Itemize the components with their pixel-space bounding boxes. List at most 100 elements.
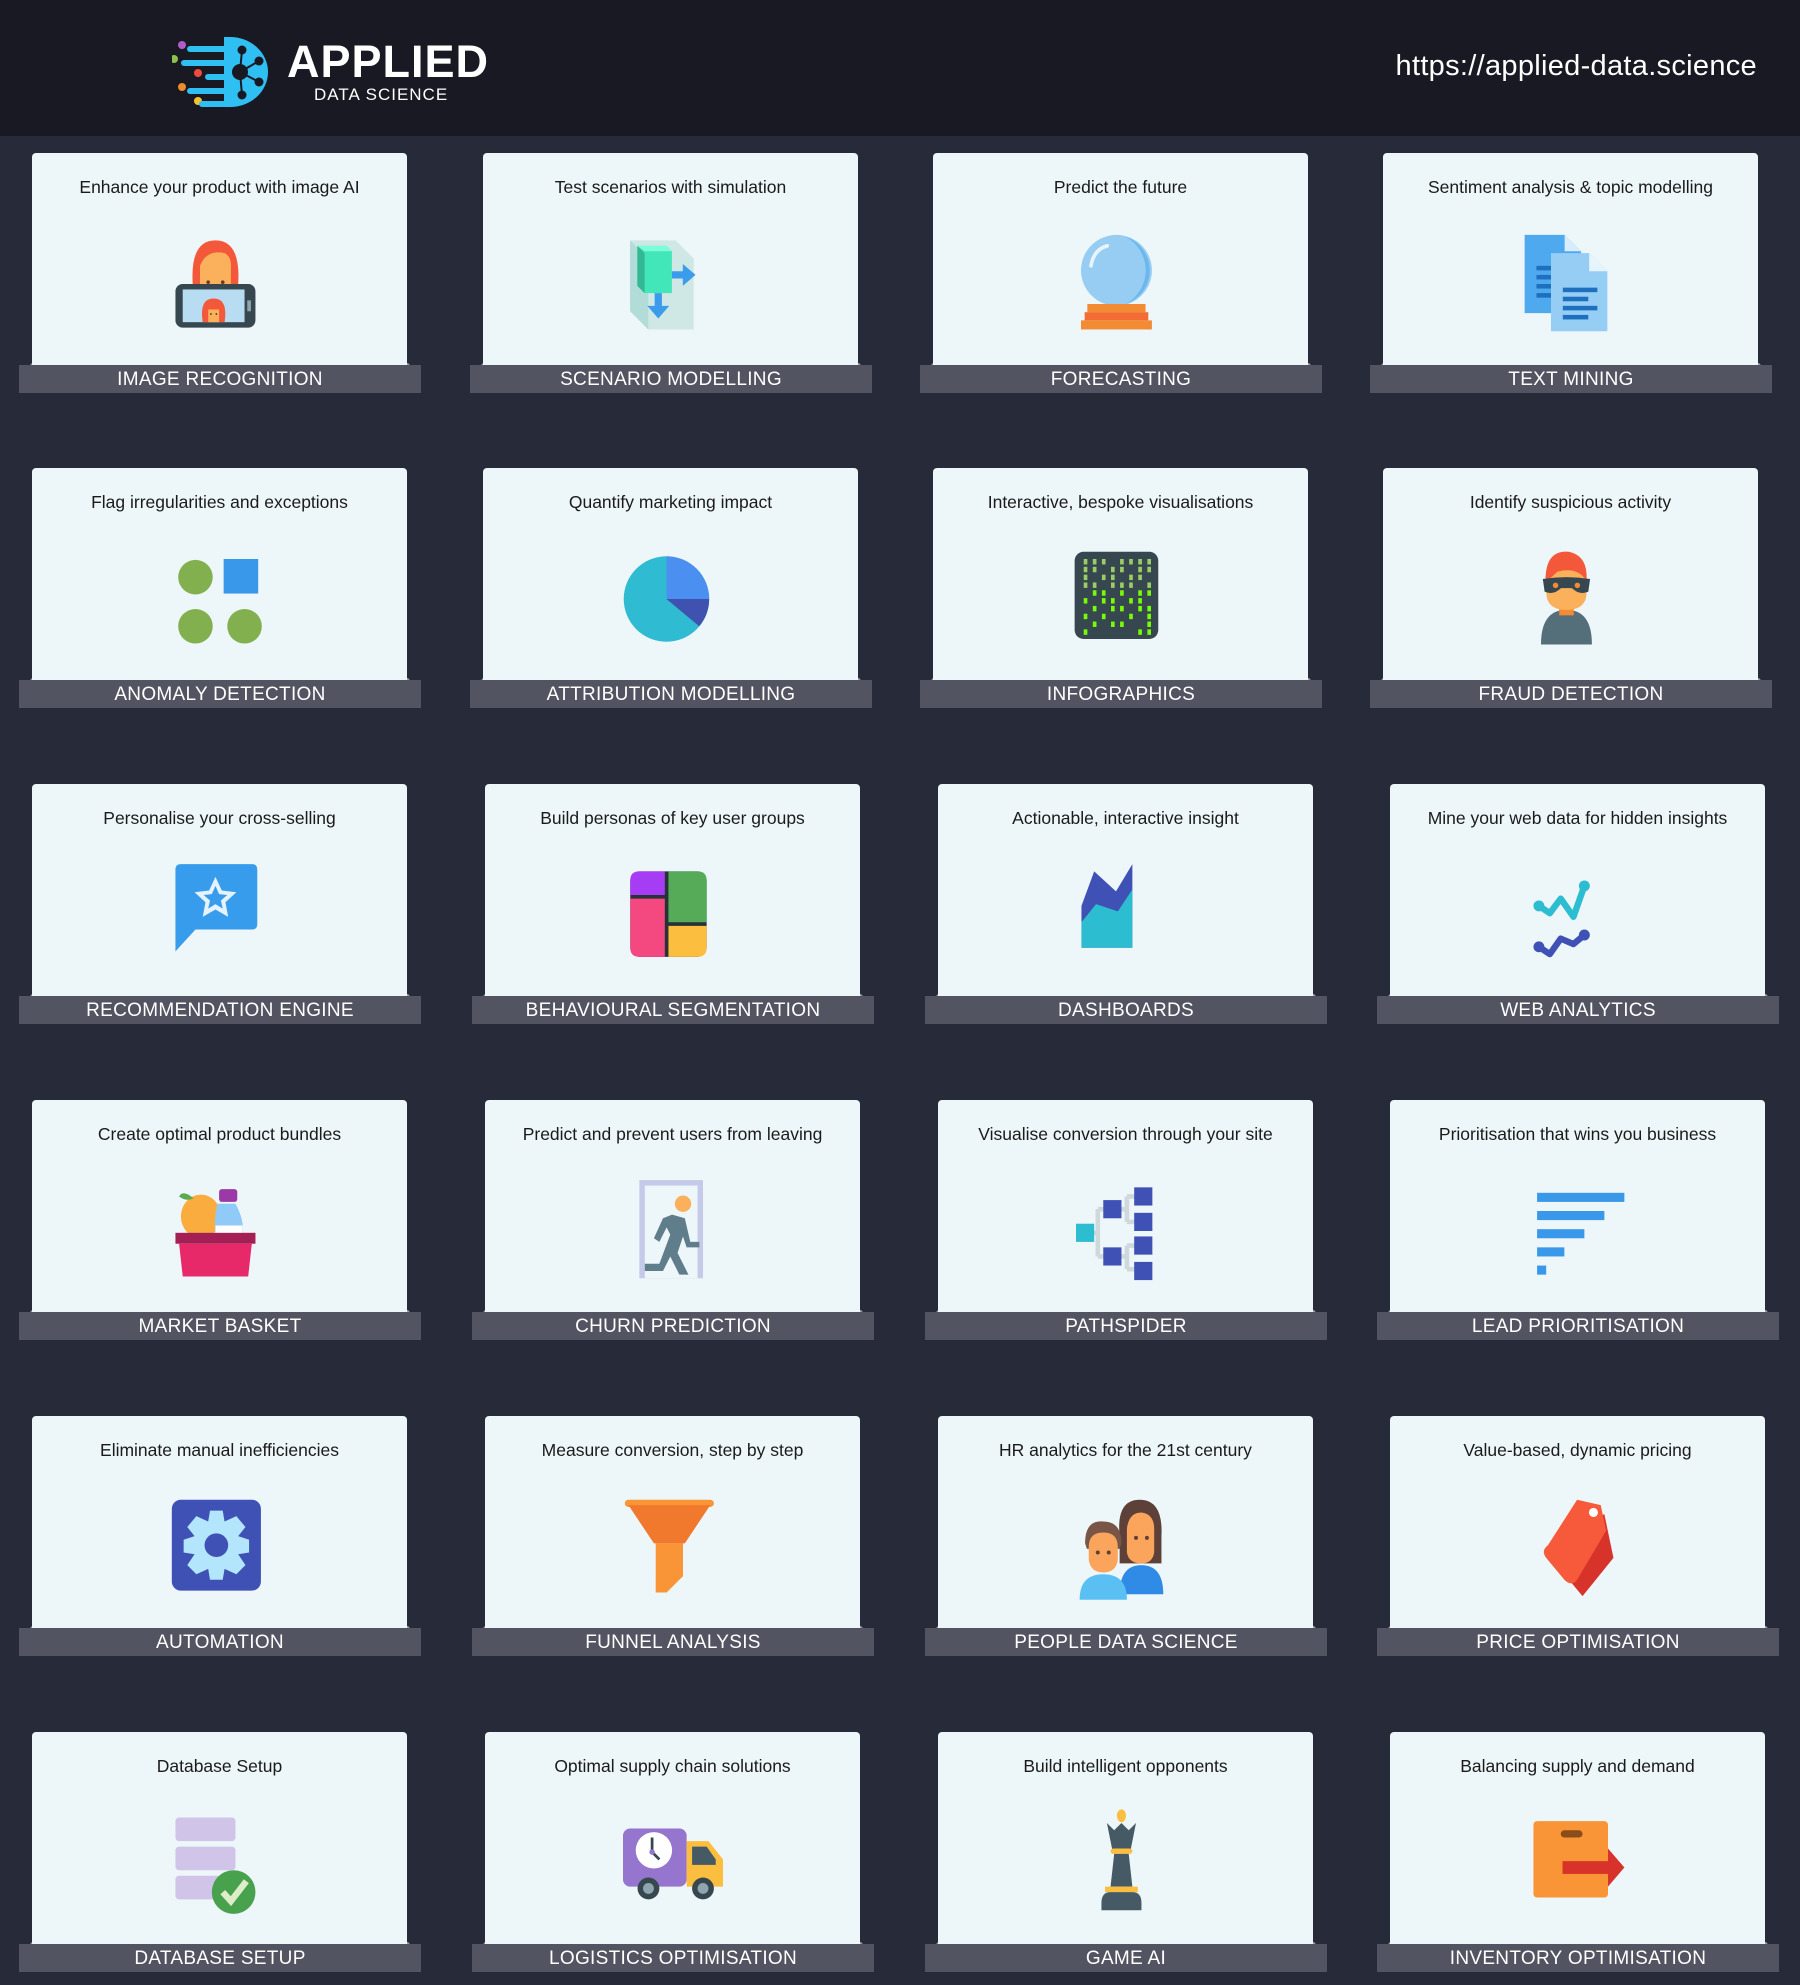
people-icon-graphic <box>1079 1499 1164 1600</box>
service-card-price-optimisation[interactable]: Value-based, dynamic pricing PRICE OPTIM… <box>1377 1416 1779 1656</box>
card-description: HR analytics for the 21st century <box>999 1440 1252 1460</box>
card-title: PRICE OPTIMISATION <box>1377 1628 1779 1656</box>
exit-door-icon <box>623 1176 723 1286</box>
cube-arrows-icon-graphic <box>630 240 696 330</box>
service-card-image-recognition[interactable]: Enhance your product with image AI IMAGE… <box>19 153 421 393</box>
card-description: Identify suspicious activity <box>1469 492 1672 512</box>
sorted-bars-icon <box>1528 1176 1628 1286</box>
card-title: PATHSPIDER <box>925 1312 1327 1340</box>
service-card-dashboards[interactable]: Actionable, interactive insight DASHBOAR… <box>925 784 1327 1024</box>
card-title: BEHAVIOURAL SEGMENTATION <box>472 996 874 1024</box>
card-title: CHURN PREDICTION <box>472 1312 874 1340</box>
card-title: RECOMMENDATION ENGINE <box>19 996 421 1024</box>
area-chart-icon <box>1076 860 1176 970</box>
card-title: INFOGRAPHICS <box>920 680 1322 708</box>
card-description: Measure conversion, step by step <box>541 1440 804 1460</box>
service-card-forecasting[interactable]: Predict the future FORECASTING <box>920 153 1322 393</box>
people-icon <box>1076 1492 1176 1602</box>
card-description: Flag irregularities and exceptions <box>91 492 348 512</box>
card-title: FUNNEL ANALYSIS <box>472 1628 874 1656</box>
service-card-funnel-analysis[interactable]: Measure conversion, step by step FUNNEL … <box>472 1416 874 1656</box>
gear-icon <box>170 1492 270 1602</box>
card-description: Prioritisation that wins you business <box>1438 1124 1717 1144</box>
service-card-inventory-optimisation[interactable]: Balancing supply and demand INVENTORY OP… <box>1377 1732 1779 1972</box>
tree-diagram-icon <box>1076 1176 1176 1286</box>
card-description: Enhance your product with image AI <box>79 177 360 197</box>
service-card-churn-prediction[interactable]: Predict and prevent users from leaving C… <box>472 1100 874 1340</box>
star-speech-bubble-icon <box>170 860 270 970</box>
odd-one-out-icon <box>170 544 270 654</box>
delivery-truck-icon-graphic <box>623 1828 723 1900</box>
card-description: Predict the future <box>1053 177 1188 197</box>
price-tags-icon <box>1528 1492 1628 1602</box>
crystal-ball-icon <box>1071 229 1171 339</box>
service-card-recommendation-engine[interactable]: Personalise your cross-selling RECOMMEND… <box>19 784 421 1024</box>
documents-icon-graphic <box>1524 234 1608 332</box>
site-header: APPLIED DATA SCIENCE https://applied-dat… <box>0 0 1800 136</box>
database-check-icon-graphic <box>175 1817 256 1914</box>
service-card-lead-prioritisation[interactable]: Prioritisation that wins you business LE… <box>1377 1100 1779 1340</box>
pie-chart-icon <box>621 544 721 654</box>
crystal-ball-icon-graphic <box>1081 234 1152 330</box>
card-description: Create optimal product bundles <box>97 1124 342 1144</box>
service-card-pathspider[interactable]: Visualise conversion through your site P… <box>925 1100 1327 1340</box>
data-matrix-icon <box>1071 544 1171 654</box>
chess-queen-icon-graphic <box>1101 1809 1142 1911</box>
service-card-database-setup[interactable]: Database Setup DATABASE SETUP <box>19 1732 421 1972</box>
card-description: Build personas of key user groups <box>540 808 805 828</box>
logo-wordmark[interactable]: APPLIED DATA SCIENCE <box>287 38 489 104</box>
service-card-fraud-detection[interactable]: Identify suspicious activity FRAUD DETEC… <box>1370 468 1772 708</box>
card-description: Eliminate manual inefficiencies <box>100 1440 339 1460</box>
service-card-infographics[interactable]: Interactive, bespoke visualisations INFO… <box>920 468 1322 708</box>
box-arrow-icon-graphic <box>1533 1821 1625 1898</box>
card-description: Optimal supply chain solutions <box>554 1756 791 1776</box>
card-description: Mine your web data for hidden insights <box>1427 808 1728 828</box>
service-card-anomaly-detection[interactable]: Flag irregularities and exceptions ANOMA… <box>19 468 421 708</box>
service-card-scenario-modelling[interactable]: Test scenarios with simulation SCENARIO … <box>470 153 872 393</box>
card-title: DATABASE SETUP <box>19 1944 421 1972</box>
card-title: FORECASTING <box>920 365 1322 393</box>
card-description: Visualise conversion through your site <box>978 1124 1273 1144</box>
service-card-market-basket[interactable]: Create optimal product bundles MARKET BA… <box>19 1100 421 1340</box>
card-title: GAME AI <box>925 1944 1327 1972</box>
odd-one-out-icon-graphic <box>178 559 262 644</box>
segments-icon-graphic <box>630 871 707 957</box>
exit-door-icon-graphic <box>639 1180 703 1279</box>
price-tags-icon-graphic <box>1543 1499 1614 1597</box>
card-description: Interactive, bespoke visualisations <box>987 492 1254 512</box>
card-title: SCENARIO MODELLING <box>470 365 872 393</box>
card-title: FRAUD DETECTION <box>1370 680 1772 708</box>
card-description: Predict and prevent users from leaving <box>522 1124 823 1144</box>
box-arrow-icon <box>1528 1808 1628 1918</box>
sorted-bars-icon-graphic <box>1537 1192 1625 1275</box>
masked-thief-icon <box>1521 544 1621 654</box>
pie-chart-icon-graphic <box>623 556 710 642</box>
masked-thief-icon-graphic <box>1541 551 1592 645</box>
service-card-behavioural-segmentation[interactable]: Build personas of key user groups BEHAVI… <box>472 784 874 1024</box>
card-description: Database Setup <box>156 1756 283 1776</box>
service-card-web-analytics[interactable]: Mine your web data for hidden insights W… <box>1377 784 1779 1024</box>
site-url-link[interactable]: https://applied-data.science <box>1396 50 1757 83</box>
service-card-attribution-modelling[interactable]: Quantify marketing impact ATTRIBUTION MO… <box>470 468 872 708</box>
card-title: TEXT MINING <box>1370 365 1772 393</box>
line-graph-icon <box>1528 860 1628 970</box>
card-description: Sentiment analysis & topic modelling <box>1427 177 1713 197</box>
card-title: MARKET BASKET <box>19 1312 421 1340</box>
card-title: ANOMALY DETECTION <box>19 680 421 708</box>
shopping-basket-icon-graphic <box>175 1189 256 1277</box>
service-card-logistics-optimisation[interactable]: Optimal supply chain solutions LOGISTICS… <box>472 1732 874 1972</box>
card-description: Quantify marketing impact <box>568 492 773 512</box>
service-card-text-mining[interactable]: Sentiment analysis & topic modelling TEX… <box>1370 153 1772 393</box>
service-card-people-data-science[interactable]: HR analytics for the 21st century PEOPLE… <box>925 1416 1327 1656</box>
chess-queen-icon <box>1076 1808 1176 1918</box>
service-card-automation[interactable]: Eliminate manual inefficiencies AUTOMATI… <box>19 1416 421 1656</box>
card-description: Value-based, dynamic pricing <box>1463 1440 1692 1460</box>
logo-title: APPLIED <box>287 36 490 87</box>
delivery-truck-icon <box>623 1808 723 1918</box>
funnel-icon-graphic <box>624 1499 714 1593</box>
logo-icon <box>170 37 269 107</box>
selfie-phone-icon <box>170 229 270 339</box>
tree-diagram-icon-graphic <box>1076 1187 1153 1281</box>
card-title: WEB ANALYTICS <box>1377 996 1779 1024</box>
service-card-game-ai[interactable]: Build intelligent opponents GAME AI <box>925 1732 1327 1972</box>
